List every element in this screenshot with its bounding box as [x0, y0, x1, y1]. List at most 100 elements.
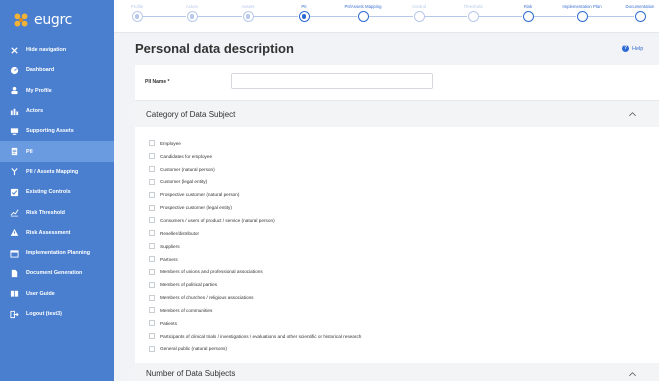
category-checkbox[interactable] [149, 217, 155, 224]
category-checkbox[interactable] [149, 243, 155, 250]
category-option[interactable]: Members of churches / religious associat… [135, 291, 659, 304]
sidebar-item-dashboard[interactable]: Dashboard [0, 60, 114, 80]
category-label: Candidates for employee [160, 153, 213, 159]
sidebar-item-label: Implementation Planning [26, 250, 91, 257]
step-circle-icon [634, 11, 646, 22]
sidebar-nav: Hide navigation Dashboard My Profile Actors… [0, 40, 114, 324]
category-checkbox[interactable] [149, 333, 155, 340]
step-label: Assets [241, 4, 255, 9]
category-checkbox[interactable] [149, 256, 155, 263]
help-label: Help [632, 45, 644, 52]
category-option[interactable]: Prospective customer (natural person) [135, 188, 659, 201]
sidebar-item-risk-assessment[interactable]: Risk Assessment [0, 223, 114, 243]
sidebar-item-label: PII [26, 148, 33, 155]
actors-icon [10, 107, 19, 116]
sidebar-item-pii[interactable]: PII [0, 141, 114, 162]
sidebar-item-supporting-assets[interactable]: Supporting Assets [0, 121, 114, 141]
step-implementation-plan[interactable]: Implementation Plan [552, 3, 612, 22]
sidebar-item-logout-test3[interactable]: Logout (test3) [0, 304, 114, 324]
sidebar-item-my-profile[interactable]: My Profile [0, 81, 114, 101]
category-option[interactable]: Employee [135, 137, 659, 150]
category-option[interactable]: Candidates for employee [135, 150, 659, 163]
category-option[interactable]: Reseller/distributor [135, 227, 659, 240]
file-icon [10, 269, 19, 278]
step-label: Risk [523, 4, 533, 9]
logout-icon [10, 310, 19, 319]
category-option[interactable]: Members of unions and professional assoc… [135, 265, 659, 278]
step-label: Threshold [463, 4, 483, 9]
category-label: Members of churches / religious associat… [160, 295, 254, 301]
category-label: Consumers / users of product / service (… [160, 217, 275, 223]
category-checkbox[interactable] [149, 307, 155, 314]
sidebar-item-label: Risk Assessment [26, 229, 71, 236]
category-checkbox[interactable] [149, 178, 155, 185]
category-label: Members of political parties [160, 282, 218, 288]
category-checkbox[interactable] [149, 204, 155, 211]
step-risk[interactable]: Risk [498, 3, 558, 22]
assets-icon [10, 127, 19, 136]
step-pii-assets-mapping[interactable]: PII/Assets Mapping [333, 3, 393, 22]
sidebar-item-label: PII / Assets Mapping [26, 168, 79, 175]
category-label: Partners [160, 256, 178, 262]
category-option[interactable]: Suppliers [135, 240, 659, 253]
step-pii[interactable]: PII [274, 3, 334, 22]
category-checkbox[interactable] [149, 230, 155, 237]
category-option[interactable]: Partners [135, 253, 659, 266]
category-label: Prospective customer (legal entity) [160, 205, 232, 211]
sidebar-item-document-generation[interactable]: Document Generation [0, 263, 114, 283]
logo[interactable]: eugrc [0, 0, 114, 40]
progress-stepper: Profile Actors Assets PII PII/Assets Mapping… [114, 0, 659, 33]
category-label: General public (natural persons) [160, 346, 227, 352]
step-actors[interactable]: Actors [162, 3, 222, 22]
step-label: PII/Assets Mapping [344, 4, 382, 9]
chevron-up-icon[interactable] [628, 110, 637, 119]
step-control[interactable]: Control [389, 3, 449, 22]
category-option[interactable]: Customer (natural person) [135, 163, 659, 176]
pii-name-input[interactable] [231, 73, 433, 89]
category-checkbox[interactable] [149, 268, 155, 275]
category-checkbox[interactable] [149, 281, 155, 288]
step-profile[interactable]: Profile [107, 3, 167, 22]
category-option[interactable]: Participants of clinical trials / invest… [135, 330, 659, 343]
category-checkbox[interactable] [149, 191, 155, 198]
category-label: Customer (natural person) [160, 166, 215, 172]
step-label: Control [412, 4, 426, 9]
category-checkbox[interactable] [149, 294, 155, 301]
sidebar-item-risk-threshold[interactable]: Risk Threshold [0, 202, 114, 222]
step-documentation[interactable]: Documentation [610, 3, 659, 22]
category-option[interactable]: Customer (legal entity) [135, 176, 659, 189]
step-label: Documentation [625, 4, 655, 9]
category-checklist: Employee Candidates for employee Customer … [135, 127, 659, 363]
category-section-header[interactable]: Category of Data Subject [135, 101, 659, 127]
user-icon [10, 86, 19, 95]
step-assets[interactable]: Assets [218, 3, 278, 22]
step-label: Profile [130, 4, 144, 9]
category-checkbox[interactable] [149, 153, 155, 160]
sidebar-item-existing-controls[interactable]: Existing Controls [0, 182, 114, 202]
sidebar-item-user-guide[interactable]: User Guide [0, 284, 114, 304]
sidebar-item-hide-navigation[interactable]: Hide navigation [0, 40, 114, 60]
category-option[interactable]: Members of communities [135, 304, 659, 317]
step-threshold[interactable]: Threshold [443, 3, 503, 22]
category-option[interactable]: Patients [135, 317, 659, 330]
category-checkbox[interactable] [149, 166, 155, 173]
step-label: Implementation Plan [562, 4, 602, 9]
category-option[interactable]: Consumers / users of product / service (… [135, 214, 659, 227]
category-checkbox[interactable] [149, 140, 155, 147]
category-checkbox[interactable] [149, 320, 155, 327]
dashboard-icon [10, 66, 19, 75]
sidebar-item-actors[interactable]: Actors [0, 101, 114, 121]
pii-name-label: PII Name * [145, 79, 170, 85]
sidebar-item-pii-assets-mapping[interactable]: PII / Assets Mapping [0, 162, 114, 182]
category-checkbox[interactable] [149, 345, 155, 352]
sidebar-item-implementation-planning[interactable]: Implementation Planning [0, 243, 114, 263]
category-label: Reseller/distributor [160, 230, 200, 236]
category-option[interactable]: Members of political parties [135, 278, 659, 291]
category-option[interactable]: General public (natural persons) [135, 343, 659, 356]
chevron-up-icon[interactable] [628, 370, 637, 379]
category-label: Employee [160, 140, 181, 146]
logo-text: eugrc [34, 12, 73, 28]
help-link[interactable]: ? Help [622, 45, 643, 52]
category-option[interactable]: Prospective customer (legal entity) [135, 201, 659, 214]
number-section-header[interactable]: Number of Data Subjects [135, 363, 659, 381]
